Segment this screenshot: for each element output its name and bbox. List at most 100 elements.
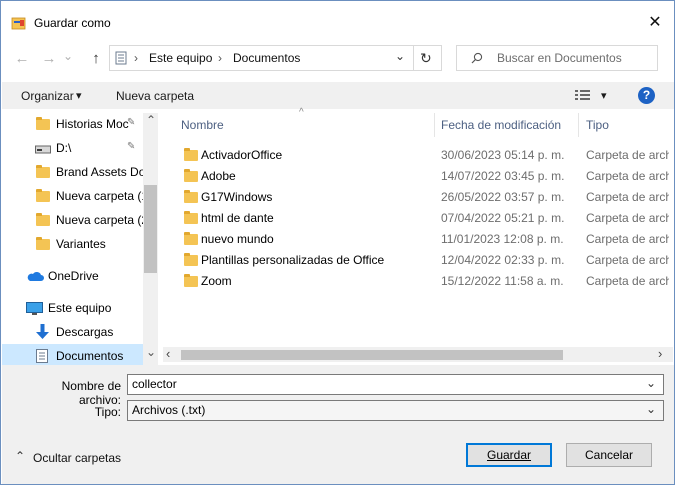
sort-ascending-icon: ^ (299, 107, 304, 118)
breadcrumb-item-documentos[interactable]: Documentos (233, 51, 300, 65)
column-header-type[interactable]: Tipo (586, 118, 609, 132)
save-button[interactable]: Guardar (466, 443, 552, 467)
filename-input[interactable] (127, 374, 664, 395)
document-icon (36, 349, 48, 363)
hide-folders-button[interactable]: Ocultar carpetas (33, 451, 121, 465)
file-type: Carpeta de archi (586, 190, 669, 204)
sidebar-scrollbar-thumb[interactable] (144, 185, 157, 273)
command-bar (2, 82, 674, 109)
column-divider[interactable] (578, 113, 579, 137)
file-date: 12/04/2022 02:33 p. m. (441, 253, 565, 267)
type-select[interactable] (127, 400, 664, 421)
sidebar-item-nueva-carpeta-1[interactable]: Nueva carpeta (1 (21, 185, 161, 207)
file-type: Carpeta de archi (586, 148, 669, 162)
sidebar-item-descargas[interactable]: Descargas (21, 321, 161, 343)
sidebar-item-label: Este equipo (48, 301, 112, 315)
file-type: Carpeta de archi (586, 274, 669, 288)
folder-icon (36, 189, 50, 202)
forward-arrow-icon[interactable]: → (38, 48, 60, 70)
sidebar-item-drive-d[interactable]: D:\ ✎ (21, 137, 161, 159)
up-arrow-icon[interactable]: ↑ (85, 48, 107, 70)
cancel-button[interactable]: Cancelar (566, 443, 652, 467)
type-value: Archivos (.txt) (132, 403, 206, 417)
sidebar-item-este-equipo[interactable]: Este equipo (9, 297, 149, 319)
file-name: html de dante (201, 211, 274, 225)
file-name: ActivadorOffice (201, 148, 283, 162)
pin-icon: ✎ (127, 117, 136, 128)
folder-icon (36, 165, 50, 178)
search-placeholder: Buscar en Documentos (497, 51, 622, 65)
file-name: Adobe (201, 169, 236, 183)
column-header-name[interactable]: Nombre (181, 118, 224, 132)
folder-icon (184, 232, 198, 245)
sidebar-scroll-up-icon[interactable]: ⌃ (146, 113, 156, 127)
close-icon[interactable]: ✕ (645, 13, 665, 33)
sidebar-item-label: Descargas (56, 325, 114, 339)
new-folder-button[interactable]: Nueva carpeta (116, 89, 194, 103)
scroll-right-icon[interactable]: › (658, 346, 662, 361)
file-date: 14/07/2022 03:45 p. m. (441, 169, 565, 183)
view-caret-icon[interactable]: ▾ (601, 89, 607, 102)
organize-caret-icon[interactable]: ▾ (76, 89, 82, 102)
folder-icon (184, 211, 198, 224)
view-options-icon[interactable] (575, 89, 593, 101)
sidebar-item-historias[interactable]: Historias Moc ✎ (21, 113, 161, 135)
sidebar-scroll-down-icon[interactable]: ⌄ (146, 345, 156, 359)
back-arrow-icon[interactable]: ← (11, 48, 33, 70)
sidebar-item-documentos[interactable]: Documentos (21, 345, 161, 367)
filename-dropdown-chevron-icon[interactable]: ⌄ (646, 376, 656, 390)
recent-locations-chevron-icon[interactable]: ⌄ (61, 45, 75, 67)
file-type: Carpeta de archi (586, 211, 669, 225)
breadcrumb-item-este-equipo[interactable]: Este equipo (149, 51, 212, 65)
folder-icon (36, 237, 50, 250)
sidebar-item-label: Brand Assets Do (56, 165, 146, 179)
window-title: Guardar como (34, 16, 111, 30)
address-dropdown-chevron-icon[interactable]: ⌄ (395, 49, 405, 63)
sidebar-item-label: Historias Moc (56, 117, 129, 131)
sidebar-item-label: Documentos (56, 349, 124, 363)
sidebar-item-label: Nueva carpeta (1 (56, 189, 149, 203)
cloud-icon (27, 271, 44, 281)
computer-location-icon (115, 51, 127, 65)
download-arrow-icon (36, 324, 49, 339)
file-date: 26/05/2022 03:57 p. m. (441, 190, 565, 204)
sidebar-item-variantes[interactable]: Variantes (21, 233, 161, 255)
folder-icon (36, 117, 50, 130)
sidebar-item-label: Variantes (56, 237, 106, 251)
file-type: Carpeta de archi (586, 232, 669, 246)
sidebar-item-onedrive[interactable]: OneDrive (9, 265, 149, 287)
file-date: 07/04/2022 05:21 p. m. (441, 211, 565, 225)
refresh-icon[interactable]: ↻ (420, 50, 432, 67)
search-icon (471, 52, 483, 64)
column-header-date[interactable]: Fecha de modificación (441, 118, 561, 132)
file-type: Carpeta de archi (586, 169, 669, 183)
file-name: G17Windows (201, 190, 273, 204)
breadcrumb-separator: › (218, 51, 222, 65)
folder-icon (184, 169, 198, 182)
folder-icon (184, 190, 198, 203)
address-divider (413, 45, 414, 71)
file-type: Carpeta de archi (586, 253, 669, 267)
folder-icon (184, 148, 198, 161)
folder-icon (36, 213, 50, 226)
filename-label: Nombre de archivo: (61, 379, 121, 407)
sidebar-item-label: OneDrive (48, 269, 99, 283)
breadcrumb-separator: › (134, 51, 138, 65)
type-label: Tipo: (94, 405, 121, 419)
file-date: 11/01/2023 12:08 p. m. (441, 232, 564, 246)
drive-icon (35, 145, 51, 154)
save-button-label: Guardar (486, 448, 532, 462)
column-divider[interactable] (434, 113, 435, 137)
file-list-scrollbar-thumb[interactable] (181, 350, 563, 360)
filename-value: collector (132, 377, 177, 391)
hide-folders-chevron-icon[interactable]: ⌃ (15, 449, 25, 463)
help-icon[interactable]: ? (638, 87, 655, 104)
type-dropdown-chevron-icon[interactable]: ⌄ (646, 402, 656, 416)
scroll-left-icon[interactable]: ‹ (166, 346, 170, 361)
organize-button[interactable]: Organizar (21, 89, 74, 103)
folder-icon (184, 253, 198, 266)
sidebar-item-nueva-carpeta-2[interactable]: Nueva carpeta (2 (21, 209, 161, 231)
file-date: 30/06/2023 05:14 p. m. (441, 148, 565, 162)
sidebar-item-brand-assets[interactable]: Brand Assets Do (21, 161, 161, 183)
folder-icon (184, 274, 198, 287)
